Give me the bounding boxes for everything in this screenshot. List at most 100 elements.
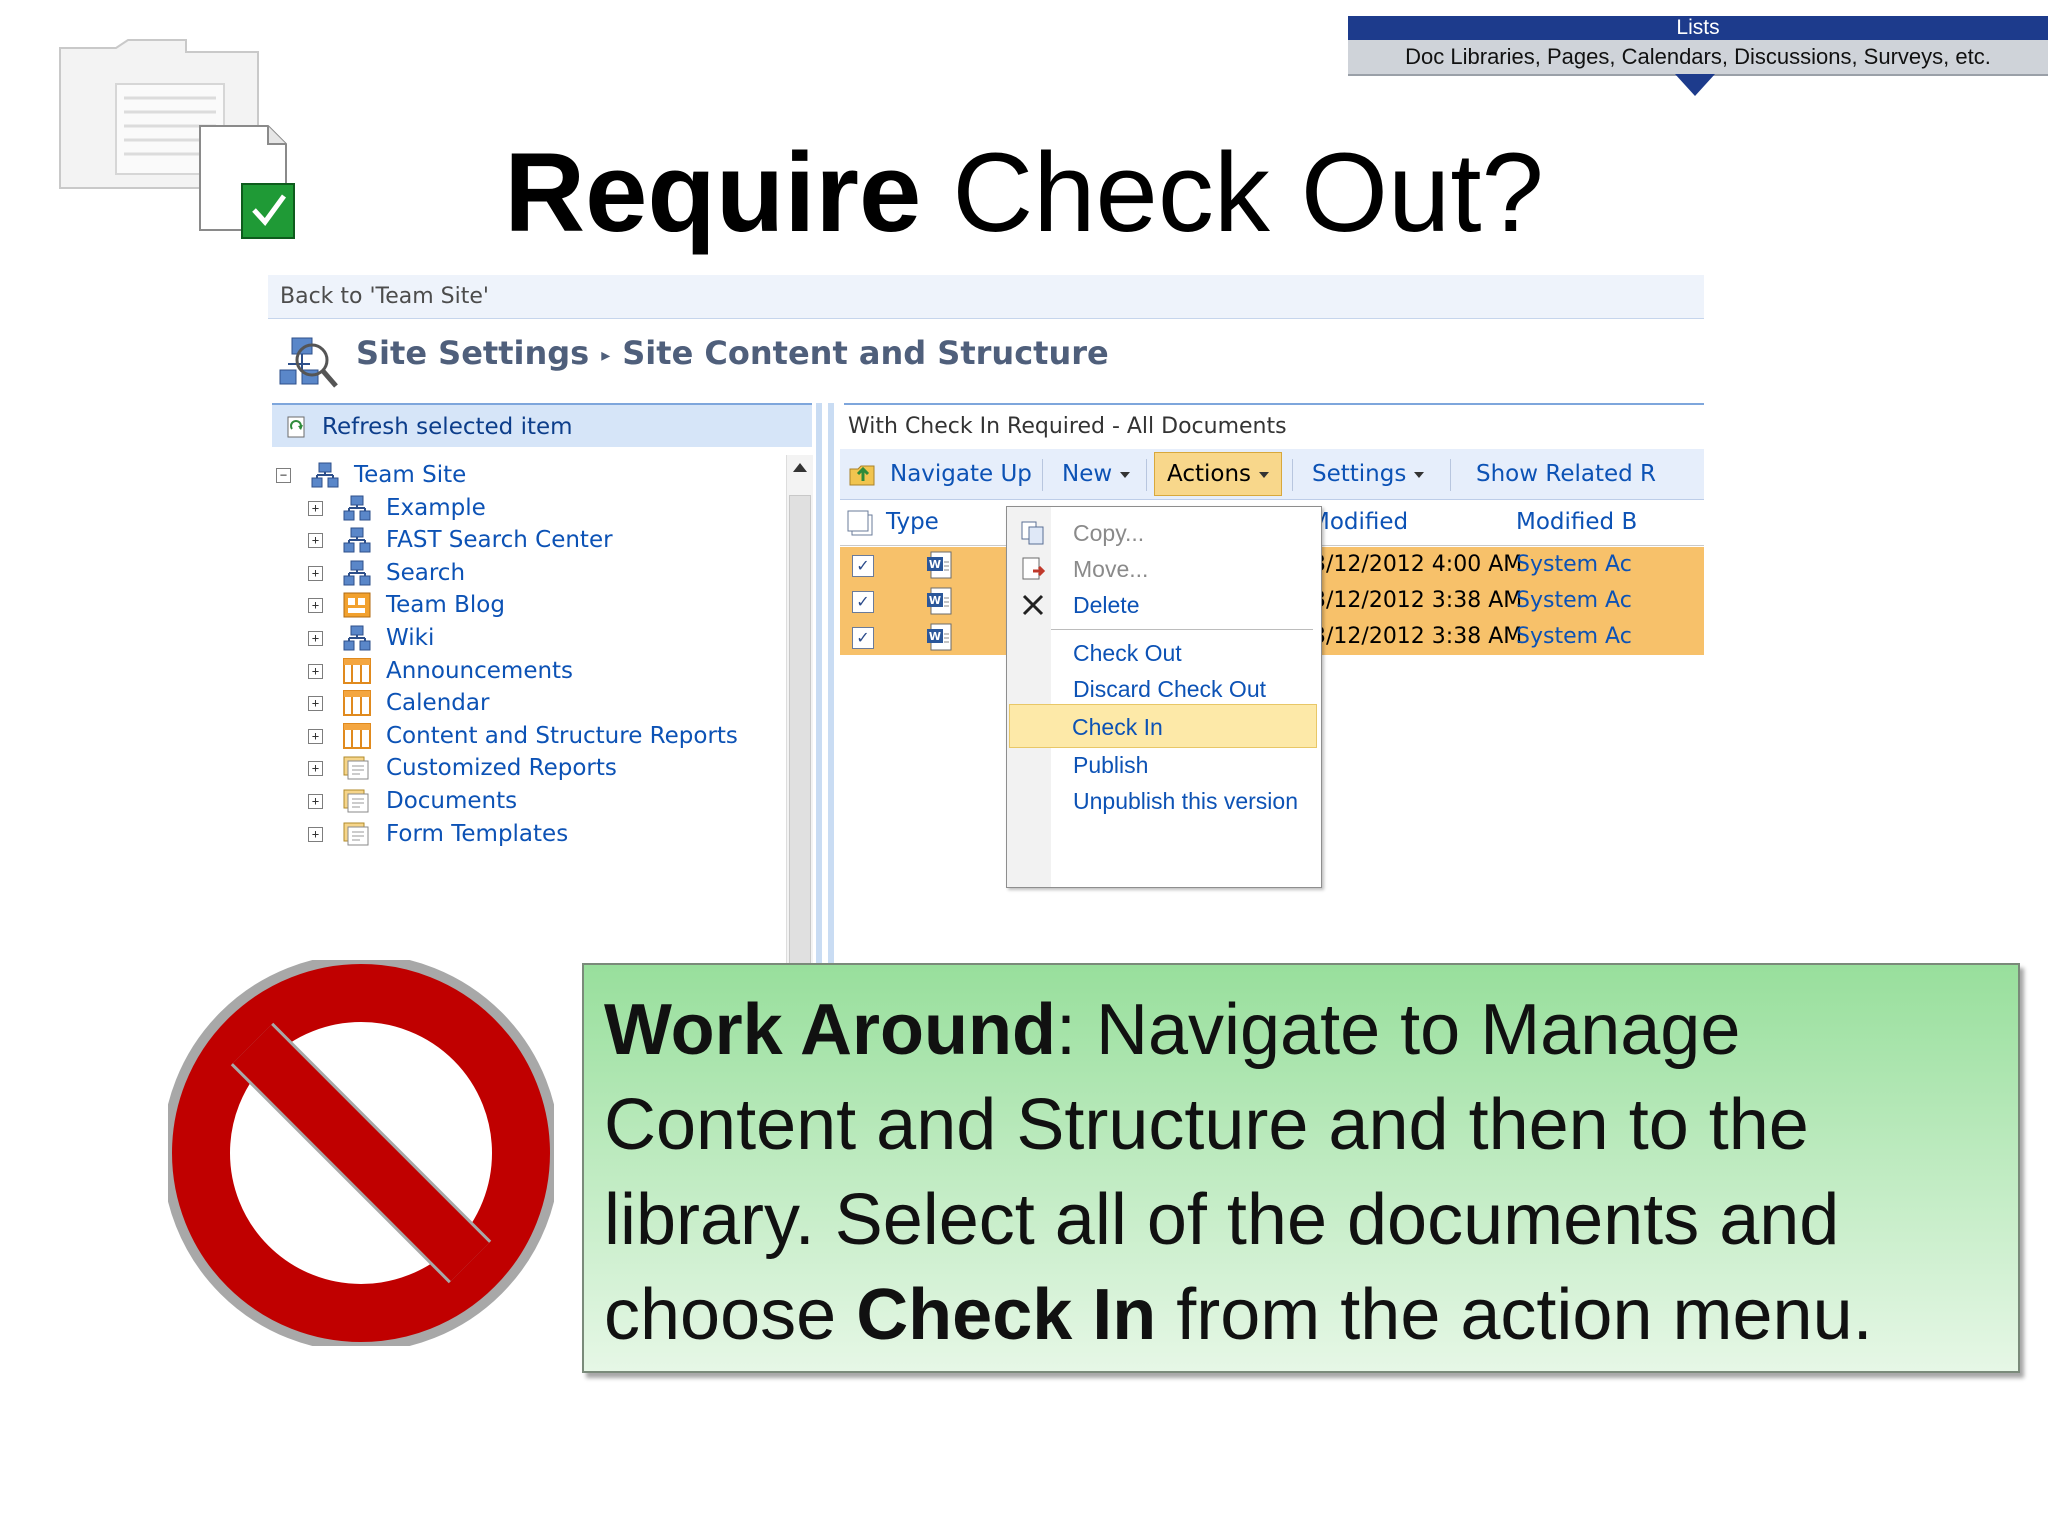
slide-title: Require Check Out? xyxy=(0,128,2048,258)
column-modified-by[interactable]: Modified B xyxy=(1516,509,1637,535)
row-modified: 3/12/2012 3:38 AM xyxy=(1312,588,1523,613)
callout-tail: from the action menu. xyxy=(1156,1275,1873,1355)
delete-icon xyxy=(1022,594,1044,616)
actions-dropdown-menu: Copy... Move... Delete Check Out Discard… xyxy=(1006,506,1322,888)
menu-item-delete[interactable]: Delete xyxy=(1009,583,1317,627)
breadcrumb-site-settings[interactable]: Site Settings xyxy=(356,334,589,372)
row-checkbox[interactable]: ✓ xyxy=(852,555,874,577)
title-bold: Require xyxy=(504,130,922,255)
site-icon xyxy=(310,461,340,489)
settings-label: Settings xyxy=(1312,461,1407,487)
toolbar-separator xyxy=(1450,459,1451,491)
word-document-icon: W xyxy=(926,622,954,652)
lists-banner: Lists Doc Libraries, Pages, Calendars, D… xyxy=(1348,16,2048,96)
column-modified[interactable]: Modified xyxy=(1310,509,1408,535)
row-checkbox[interactable]: ✓ xyxy=(852,591,874,613)
toolbar-separator xyxy=(1292,459,1293,491)
chevron-right-icon: ▸ xyxy=(601,344,611,366)
title-rest: Check Out? xyxy=(921,130,1544,255)
library-icon xyxy=(342,787,372,815)
site-icon xyxy=(342,559,372,587)
site-icon xyxy=(342,624,372,652)
list-toolbar: Navigate Up New Actions Settings Show Re… xyxy=(840,449,1704,500)
row-modified-by[interactable]: System Ac xyxy=(1516,624,1632,649)
expand-toggle-icon[interactable]: + xyxy=(308,794,323,809)
site-tree-pane: Refresh selected item − Team Site + Example… xyxy=(268,403,822,965)
expand-toggle-icon[interactable]: + xyxy=(308,696,323,712)
actions-label: Actions xyxy=(1167,461,1252,487)
chevron-down-icon xyxy=(1414,471,1425,478)
row-modified: 3/12/2012 3:38 AM xyxy=(1312,624,1523,649)
menu-separator xyxy=(1051,629,1313,630)
callout-heading: Work Around xyxy=(604,990,1056,1070)
chevron-down-icon xyxy=(1259,471,1270,478)
banner-title: Lists xyxy=(1348,16,2048,40)
unpublish-label: Unpublish this version xyxy=(1073,788,1299,814)
expand-toggle-icon[interactable]: − xyxy=(276,468,291,483)
work-around-callout: Work Around: Navigate to Manage Content … xyxy=(582,963,2020,1373)
row-modified-by[interactable]: System Ac xyxy=(1516,588,1632,613)
banner-subtitle: Doc Libraries, Pages, Calendars, Discuss… xyxy=(1348,40,2048,76)
refresh-selected-item[interactable]: Refresh selected item xyxy=(272,403,812,447)
expand-toggle-icon[interactable]: + xyxy=(308,663,323,679)
svg-text:W: W xyxy=(929,594,941,607)
word-document-icon: W xyxy=(926,586,954,616)
expand-toggle-icon[interactable]: + xyxy=(308,631,323,646)
tree-item-label: Form Templates xyxy=(386,820,569,847)
expand-toggle-icon[interactable]: + xyxy=(308,533,323,549)
settings-menu-button[interactable]: Settings xyxy=(1312,449,1425,499)
site-settings-icon xyxy=(279,337,338,388)
select-all-icon[interactable] xyxy=(846,509,876,537)
expand-toggle-icon[interactable]: + xyxy=(308,761,323,777)
show-related-button[interactable]: Show Related R xyxy=(1476,449,1656,499)
expand-toggle-icon[interactable]: + xyxy=(308,728,323,744)
folder-up-icon xyxy=(849,465,875,485)
expand-toggle-icon[interactable]: + xyxy=(308,565,323,581)
row-checkbox[interactable]: ✓ xyxy=(852,627,874,649)
sharepoint-screenshot: Back to 'Team Site' Site Settings ▸ Site C… xyxy=(268,275,1704,965)
column-type[interactable]: Type xyxy=(886,509,939,535)
menu-item-unpublish[interactable]: Unpublish this version xyxy=(1009,779,1317,823)
toolbar-separator xyxy=(1042,459,1043,491)
refresh-icon xyxy=(287,416,305,438)
scrollbar-thumb[interactable] xyxy=(789,495,811,965)
library-icon xyxy=(342,754,372,782)
menu-item-check-in[interactable]: Check In xyxy=(1009,704,1317,748)
navigate-up-label: Navigate Up xyxy=(890,461,1032,487)
arrow-down-icon xyxy=(1675,74,1715,96)
toolbar-separator xyxy=(1146,459,1147,491)
view-title: With Check In Required - All Documents xyxy=(844,403,1704,447)
svg-text:W: W xyxy=(929,558,941,571)
expand-toggle-icon[interactable]: + xyxy=(308,826,323,842)
list-icon xyxy=(342,657,372,685)
delete-label: Delete xyxy=(1073,592,1140,618)
breadcrumb-current: Site Content and Structure xyxy=(622,334,1109,372)
page-header: Site Settings ▸ Site Content and Structure xyxy=(268,320,1704,400)
callout-text: Work Around: Navigate to Manage Content … xyxy=(604,983,2004,1363)
site-icon xyxy=(342,526,372,554)
library-icon xyxy=(342,820,372,848)
refresh-label: Refresh selected item xyxy=(322,414,573,440)
row-modified-by[interactable]: System Ac xyxy=(1516,552,1632,577)
word-document-icon: W xyxy=(926,550,954,580)
new-menu-button[interactable]: New xyxy=(1062,449,1131,499)
site-icon xyxy=(342,494,372,522)
move-icon xyxy=(1022,557,1046,580)
copy-icon xyxy=(1021,521,1044,545)
back-link[interactable]: Back to 'Team Site' xyxy=(268,275,1704,319)
actions-menu-button[interactable]: Actions xyxy=(1154,452,1283,496)
expand-toggle-icon[interactable]: + xyxy=(308,500,323,516)
chevron-down-icon xyxy=(1120,471,1131,478)
list-icon xyxy=(342,689,372,717)
blog-icon xyxy=(342,591,372,619)
svg-text:W: W xyxy=(929,630,941,643)
list-icon xyxy=(342,722,372,750)
row-modified: 3/12/2012 4:00 AM xyxy=(1312,552,1523,577)
scroll-up-icon[interactable] xyxy=(793,463,807,472)
new-label: New xyxy=(1062,461,1113,487)
expand-toggle-icon[interactable]: + xyxy=(308,598,323,614)
navigate-up-button[interactable]: Navigate Up xyxy=(848,449,1032,499)
callout-check-in: Check In xyxy=(856,1275,1157,1355)
breadcrumb: Site Settings ▸ Site Content and Structure xyxy=(356,334,1109,372)
tree-scrollbar[interactable] xyxy=(786,455,813,965)
